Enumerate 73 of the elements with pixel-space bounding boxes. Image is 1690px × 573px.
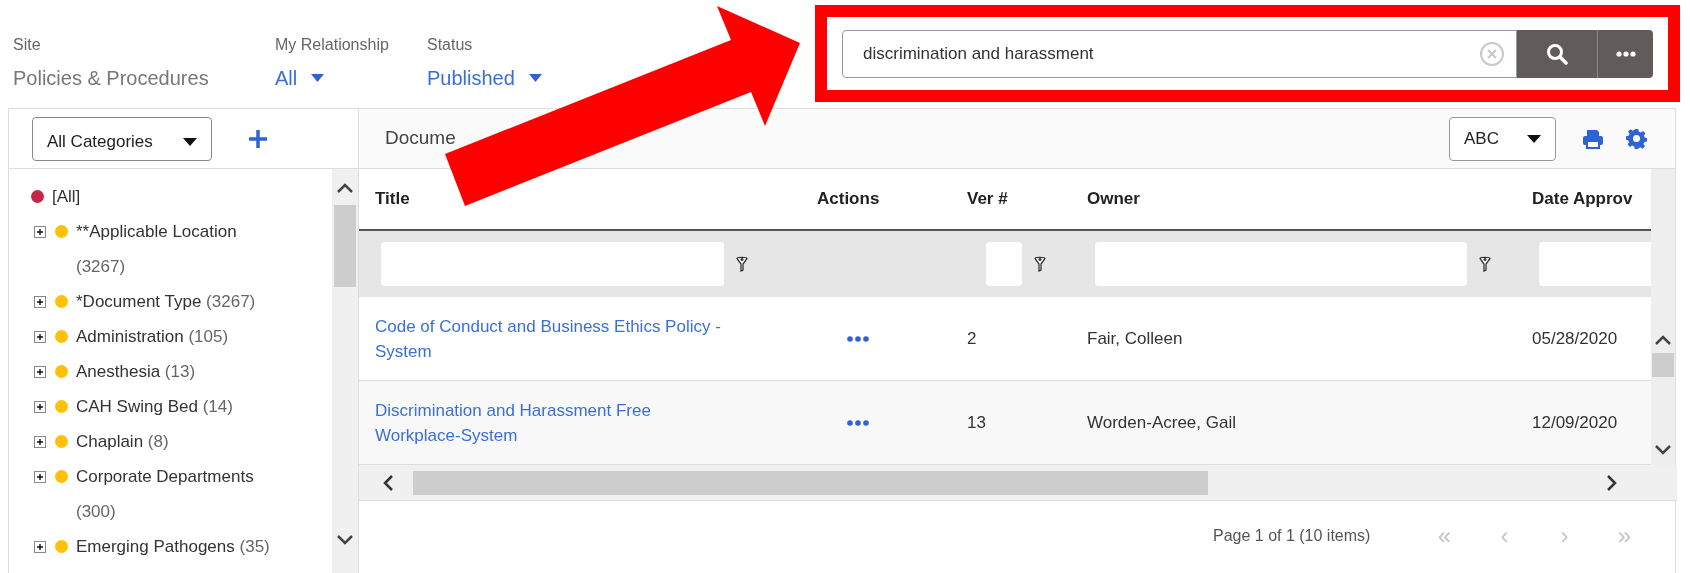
table-cell: Fair, Colleen [1087,328,1183,348]
filter-dropdown[interactable]: All [275,63,325,93]
search-field[interactable]: discrimination and harassment [842,30,1517,78]
document-link[interactable]: Code of Conduct and Business Ethics Policy - System [375,313,735,364]
expand-icon[interactable] [34,471,46,483]
vertical-scrollbar[interactable] [332,169,358,573]
tree-item[interactable]: Anesthesia (13) [76,354,196,389]
ellipsis-icon[interactable] [847,335,869,342]
gear-icon[interactable] [1626,128,1647,149]
column-header[interactable]: Actions [817,189,880,209]
filter-icon[interactable] [1034,256,1046,272]
chevron-down-icon[interactable] [337,535,353,545]
expand-icon[interactable] [34,541,46,553]
table-cell: 05/28/2020 [1532,328,1618,348]
filter-icon[interactable] [736,256,748,272]
document-link[interactable]: Discrimination and Harassment Free Workplace-System [375,397,735,448]
table-cell: 2 [967,328,977,348]
caret-icon [528,74,542,82]
search-button[interactable] [1517,30,1597,78]
column-header[interactable]: Title [375,189,410,209]
column-header[interactable]: Owner [1087,189,1140,209]
caret-icon [311,74,325,82]
vertical-scrollbar[interactable] [1651,169,1675,465]
more-button[interactable] [1597,30,1653,78]
filter-value: Policies & Procedures [13,66,210,91]
tree-item[interactable]: [All] [52,179,81,214]
filter-label: My Relationship [275,35,390,55]
chevron-up-icon[interactable] [337,183,353,193]
expand-icon[interactable] [34,366,46,378]
table-cell: 13 [967,412,986,432]
tree-item[interactable]: Chaplain (8) [76,424,169,459]
tree-item[interactable]: *Document Type (3267) [76,284,256,319]
print-icon[interactable] [1582,128,1604,149]
filter-field[interactable] [381,242,724,286]
table-cell: 12/09/2020 [1532,412,1618,432]
expand-icon[interactable] [34,436,46,448]
column-header[interactable]: Ver # [967,189,1008,209]
chevron-down-icon[interactable] [1655,445,1671,455]
expand-icon[interactable] [34,296,46,308]
filter-field[interactable] [1095,242,1467,286]
caret-icon [1527,134,1541,143]
filter-dropdown[interactable]: Published [427,63,542,93]
chevron-right-icon[interactable] [1607,474,1617,491]
filter-label: Site [13,35,42,55]
caret-icon [183,137,197,146]
filter-label: Status [427,35,474,55]
table-cell: Worden-Acree, Gail [1087,412,1236,432]
tree-item[interactable]: Administration (105) [76,319,229,354]
pager-text: Page 1 of 1 (10 items) [1213,526,1371,546]
ellipsis-icon[interactable] [847,419,869,426]
ellipsis-icon [1615,51,1636,57]
expand-icon[interactable] [34,401,46,413]
scrollbar-thumb[interactable] [1652,353,1674,377]
tree-item[interactable]: Emerging Pathogens (35) [76,529,270,564]
scrollbar-thumb[interactable] [334,205,356,287]
category-dropdown[interactable]: All Categories [32,116,212,161]
filter-field[interactable] [1539,242,1652,286]
column-header[interactable]: Date Approv [1532,189,1633,209]
tree-item[interactable]: **Applicable Location (3267) [76,214,288,284]
expand-icon[interactable] [34,331,46,343]
tree-item[interactable]: CAH Swing Bed (14) [76,389,233,424]
filter-icon[interactable] [1479,256,1491,272]
plus-icon[interactable] [248,128,268,149]
sort-dropdown[interactable]: ABC [1449,116,1556,161]
tree-item[interactable]: Corporate Departments (300) [76,459,288,529]
scrollbar-thumb[interactable] [413,470,1208,495]
chevron-left-icon[interactable] [383,474,393,491]
expand-icon[interactable] [34,226,46,238]
panel-title: Docume [385,126,456,151]
chevron-up-icon[interactable] [1655,335,1671,345]
horizontal-scrollbar[interactable] [359,465,1677,501]
filter-field[interactable] [986,242,1022,286]
search-icon [1546,43,1568,65]
